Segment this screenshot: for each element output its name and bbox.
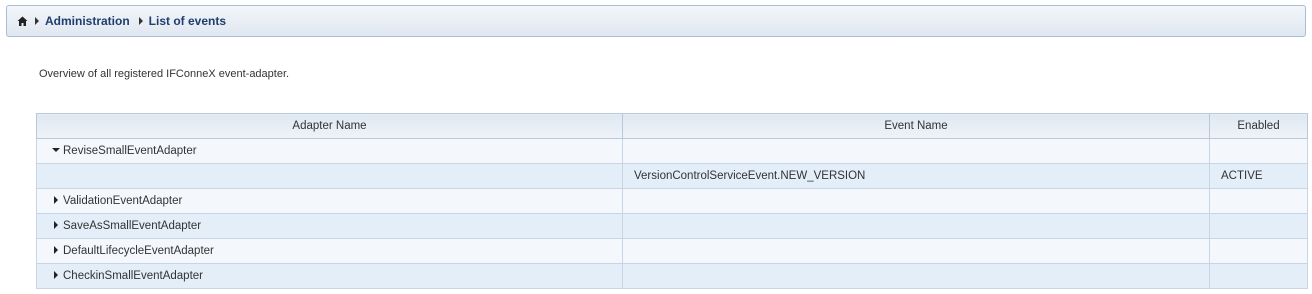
breadcrumb-list-of-events-link[interactable]: List of events: [149, 14, 226, 28]
breadcrumb: Administration List of events: [6, 5, 1306, 37]
enabled-cell: [1209, 138, 1308, 164]
adapter-name-cell: [36, 163, 623, 189]
column-header-adapter-name[interactable]: Adapter Name: [36, 113, 623, 139]
events-table: Adapter Name Event Name Enabled ReviseSm…: [36, 113, 1308, 289]
column-header-enabled[interactable]: Enabled: [1209, 113, 1308, 139]
column-header-event-name[interactable]: Event Name: [622, 113, 1210, 139]
adapter-name-cell: SaveAsSmallEventAdapter: [36, 213, 623, 239]
page-description: Overview of all registered IFConneX even…: [39, 68, 290, 80]
event-name-cell: [622, 188, 1210, 214]
table-row[interactable]: CheckinSmallEventAdapter: [36, 263, 1308, 289]
adapter-name-cell: DefaultLifecycleEventAdapter: [36, 238, 623, 264]
expand-icon[interactable]: [52, 220, 60, 229]
table-header-row: Adapter Name Event Name Enabled: [36, 113, 1308, 139]
breadcrumb-separator-icon: [138, 17, 143, 25]
table-row[interactable]: DefaultLifecycleEventAdapter: [36, 238, 1308, 264]
event-name-cell: [622, 263, 1210, 289]
expand-icon[interactable]: [52, 270, 60, 279]
enabled-cell: ACTIVE: [1209, 163, 1308, 189]
table-row[interactable]: VersionControlServiceEvent.NEW_VERSION A…: [36, 163, 1308, 189]
event-name-cell: [622, 238, 1210, 264]
table-row[interactable]: ValidationEventAdapter: [36, 188, 1308, 214]
event-name-cell: [622, 138, 1210, 164]
breadcrumb-separator-icon: [35, 17, 39, 25]
event-name-cell: [622, 213, 1210, 239]
expand-icon[interactable]: [52, 245, 60, 254]
adapter-name-cell: ValidationEventAdapter: [36, 188, 623, 214]
adapter-name-cell: ReviseSmallEventAdapter: [36, 138, 623, 164]
adapter-name-cell: CheckinSmallEventAdapter: [36, 263, 623, 289]
enabled-cell: [1209, 238, 1308, 264]
enabled-cell: [1209, 263, 1308, 289]
home-icon[interactable]: [16, 15, 28, 27]
enabled-cell: [1209, 188, 1308, 214]
expand-icon[interactable]: [52, 195, 60, 204]
event-name-cell: VersionControlServiceEvent.NEW_VERSION: [622, 163, 1210, 189]
table-row[interactable]: SaveAsSmallEventAdapter: [36, 213, 1308, 239]
collapse-icon[interactable]: [52, 146, 60, 154]
enabled-cell: [1209, 213, 1308, 239]
breadcrumb-administration-link[interactable]: Administration: [45, 14, 130, 28]
table-row[interactable]: ReviseSmallEventAdapter: [36, 138, 1308, 164]
